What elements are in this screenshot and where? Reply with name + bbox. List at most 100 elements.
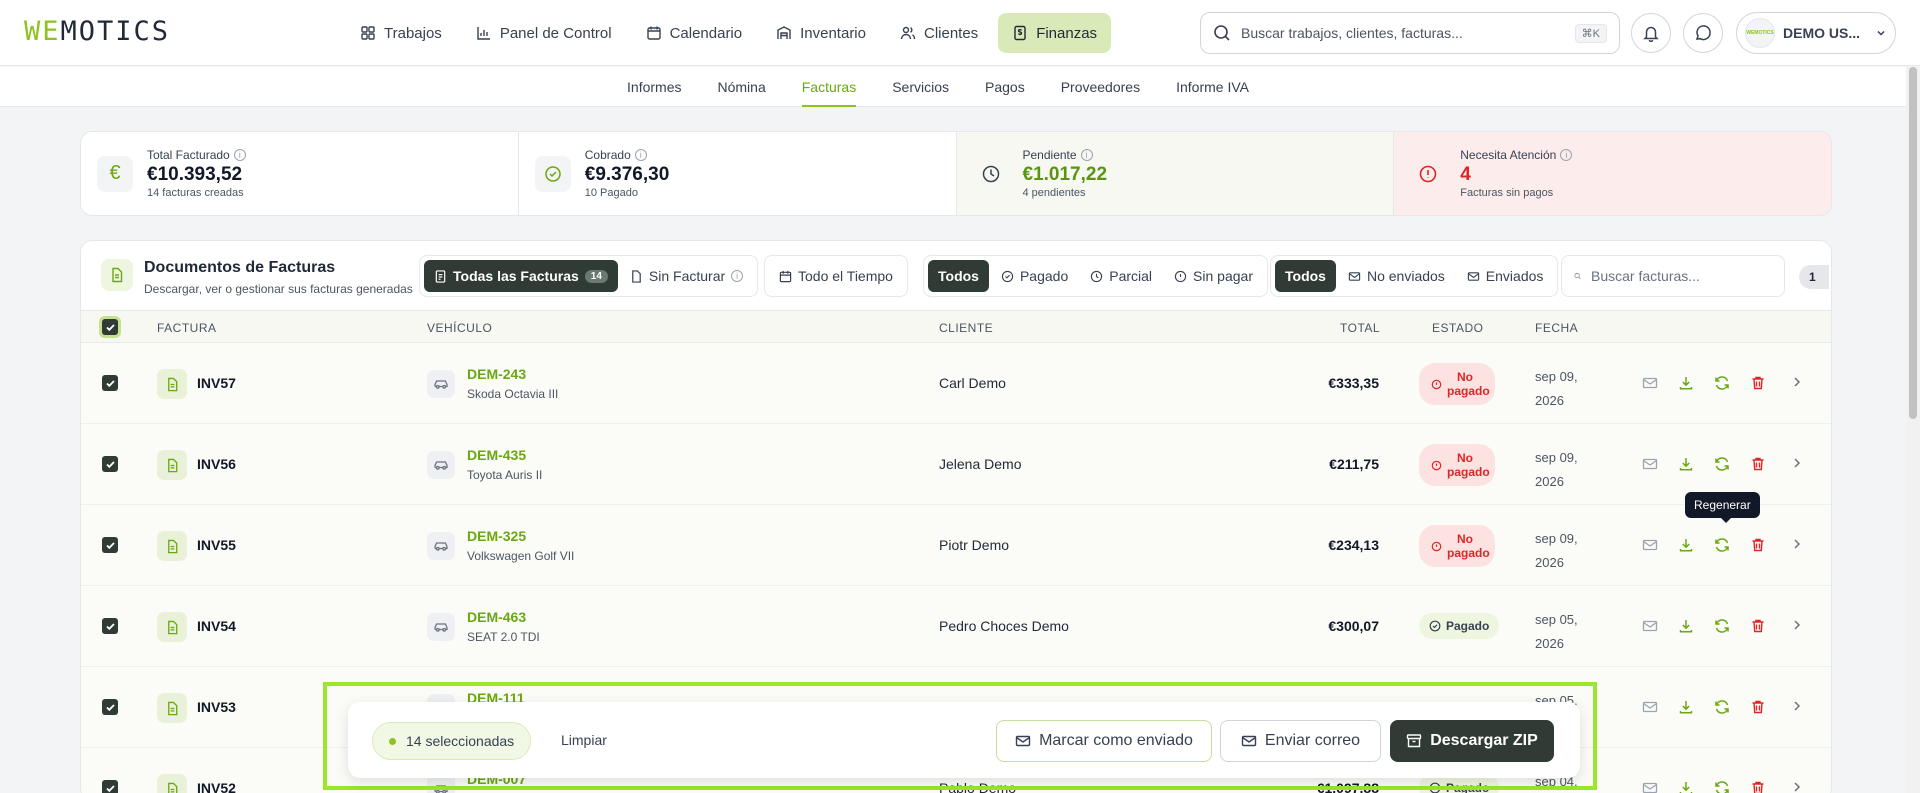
trash-icon[interactable] — [1750, 375, 1766, 391]
mail-icon[interactable] — [1642, 699, 1658, 715]
col-total[interactable]: TOTAL — [1340, 321, 1380, 335]
global-search-input[interactable] — [1241, 25, 1565, 41]
mail-icon[interactable] — [1642, 537, 1658, 553]
refresh-icon[interactable] — [1714, 537, 1730, 553]
trash-icon[interactable] — [1750, 456, 1766, 472]
chevron-right-icon[interactable] — [1790, 618, 1804, 632]
user-menu-button[interactable]: WEMOTICS DEMO US... — [1736, 12, 1896, 54]
vehicle-plate[interactable]: DEM-325 — [467, 528, 526, 544]
status-unpaid[interactable]: Sin pagar — [1164, 260, 1263, 292]
tab-informes[interactable]: Informes — [627, 67, 681, 107]
tab-facturas[interactable]: Facturas — [801, 67, 857, 107]
nav-item-inventario[interactable]: Inventario — [762, 13, 880, 53]
send-email-button[interactable]: Enviar correo — [1220, 720, 1381, 762]
download-zip-button[interactable]: Descargar ZIP — [1390, 720, 1554, 762]
row-checkbox[interactable] — [102, 618, 118, 634]
send-all[interactable]: Todos — [1275, 260, 1336, 292]
mark-sent-button[interactable]: Marcar como enviado — [996, 720, 1212, 762]
chevron-right-icon[interactable] — [1790, 780, 1804, 793]
chevron-right-icon[interactable] — [1790, 375, 1804, 389]
status-paid[interactable]: Pagado — [991, 260, 1078, 292]
download-icon[interactable] — [1678, 699, 1694, 715]
download-icon[interactable] — [1678, 456, 1694, 472]
vehicle-plate[interactable]: DEM-435 — [467, 447, 526, 463]
tab-proveedores[interactable]: Proveedores — [1061, 67, 1140, 107]
download-icon[interactable] — [1678, 375, 1694, 391]
mail-icon[interactable] — [1642, 618, 1658, 634]
period-filter[interactable]: Todo el Tiempo — [764, 255, 908, 297]
invoice-number[interactable]: INV57 — [197, 375, 236, 391]
info-icon[interactable]: i — [233, 149, 246, 161]
invoice-search[interactable] — [1561, 255, 1785, 297]
chevron-right-icon[interactable] — [1790, 456, 1804, 470]
trash-icon[interactable] — [1750, 780, 1766, 793]
status-all[interactable]: Todos — [928, 260, 989, 292]
vehicle-plate[interactable]: DEM-463 — [467, 609, 526, 625]
nav-item-calendario[interactable]: Calendario — [632, 13, 757, 53]
nav-item-trabajos[interactable]: Trabajos — [346, 13, 456, 53]
global-search[interactable]: ⌘K — [1200, 12, 1620, 54]
invoice-number[interactable]: INV52 — [197, 780, 236, 793]
send-sent[interactable]: Enviados — [1457, 260, 1554, 292]
mail-icon[interactable] — [1642, 375, 1658, 391]
row-checkbox[interactable] — [102, 537, 118, 553]
row-checkbox[interactable] — [102, 375, 118, 391]
send-not-sent[interactable]: No enviados — [1338, 260, 1455, 292]
invoice-number[interactable]: INV56 — [197, 456, 236, 472]
col-cliente[interactable]: CLIENTE — [939, 321, 993, 335]
nav-item-finanzas[interactable]: Finanzas — [998, 13, 1112, 53]
invoice-number[interactable]: INV54 — [197, 618, 236, 634]
vehicle-plate[interactable]: DEM-243 — [467, 366, 526, 382]
row-checkbox[interactable] — [102, 456, 118, 472]
filter-all-invoices[interactable]: Todas las Facturas 14 — [424, 260, 618, 292]
table-row[interactable]: INV54 DEM-463 SEAT 2.0 TDI Pedro Choces … — [81, 586, 1831, 667]
invoice-search-input[interactable] — [1591, 268, 1772, 284]
refresh-icon[interactable] — [1714, 780, 1730, 793]
col-factura[interactable]: FACTURA — [157, 321, 217, 335]
nav-item-clientes[interactable]: Clientes — [886, 13, 992, 53]
refresh-icon[interactable] — [1714, 375, 1730, 391]
download-icon[interactable] — [1678, 537, 1694, 553]
filter-unbilled[interactable]: Sin Facturar i — [620, 260, 753, 292]
clear-selection-button[interactable]: Limpiar — [561, 732, 607, 748]
select-all-checkbox[interactable] — [102, 319, 118, 335]
trash-icon[interactable] — [1750, 537, 1766, 553]
chevron-right-icon[interactable] — [1790, 699, 1804, 713]
tab-nomina[interactable]: Nómina — [717, 67, 765, 107]
mail-icon[interactable] — [1642, 456, 1658, 472]
invoice-number[interactable]: INV53 — [197, 699, 236, 715]
tab-pagos[interactable]: Pagos — [985, 67, 1025, 107]
chevron-right-icon[interactable] — [1790, 537, 1804, 551]
refresh-icon[interactable] — [1714, 699, 1730, 715]
table-row[interactable]: INV55 DEM-325 Volkswagen Golf VII Piotr … — [81, 505, 1831, 586]
mail-icon[interactable] — [1642, 780, 1658, 793]
table-row[interactable]: INV56 DEM-435 Toyota Auris II Jelena Dem… — [81, 424, 1831, 505]
notifications-button[interactable] — [1631, 13, 1671, 53]
refresh-icon[interactable] — [1714, 456, 1730, 472]
col-vehiculo[interactable]: VEHÍCULO — [427, 321, 492, 335]
info-icon[interactable]: i — [1560, 149, 1573, 161]
invoice-number[interactable]: INV55 — [197, 537, 236, 553]
tab-informe-iva[interactable]: Informe IVA — [1176, 67, 1249, 107]
info-icon[interactable]: i — [1080, 149, 1093, 161]
refresh-icon[interactable] — [1714, 618, 1730, 634]
trash-icon[interactable] — [1750, 699, 1766, 715]
scrollbar-thumb[interactable] — [1909, 67, 1917, 419]
info-icon[interactable]: i — [634, 149, 647, 161]
tab-servicios[interactable]: Servicios — [892, 67, 949, 107]
messages-button[interactable] — [1683, 13, 1723, 53]
table-row[interactable]: INV57 DEM-243 Skoda Octavia III Carl Dem… — [81, 343, 1831, 424]
nav-item-panel[interactable]: Panel de Control — [462, 13, 626, 53]
page-scrollbar[interactable] — [1906, 67, 1920, 793]
col-estado[interactable]: ESTADO — [1432, 321, 1483, 335]
row-checkbox[interactable] — [102, 780, 118, 793]
download-icon[interactable] — [1678, 780, 1694, 793]
row-checkbox[interactable] — [102, 699, 118, 715]
trash-icon[interactable] — [1750, 618, 1766, 634]
info-icon[interactable]: i — [731, 270, 744, 282]
period-option[interactable]: Todo el Tiempo — [769, 260, 903, 292]
download-icon[interactable] — [1678, 618, 1694, 634]
logo[interactable]: WEMOTICS — [24, 16, 170, 47]
col-fecha[interactable]: FECHA — [1535, 321, 1578, 335]
status-partial[interactable]: Parcial — [1080, 260, 1162, 292]
